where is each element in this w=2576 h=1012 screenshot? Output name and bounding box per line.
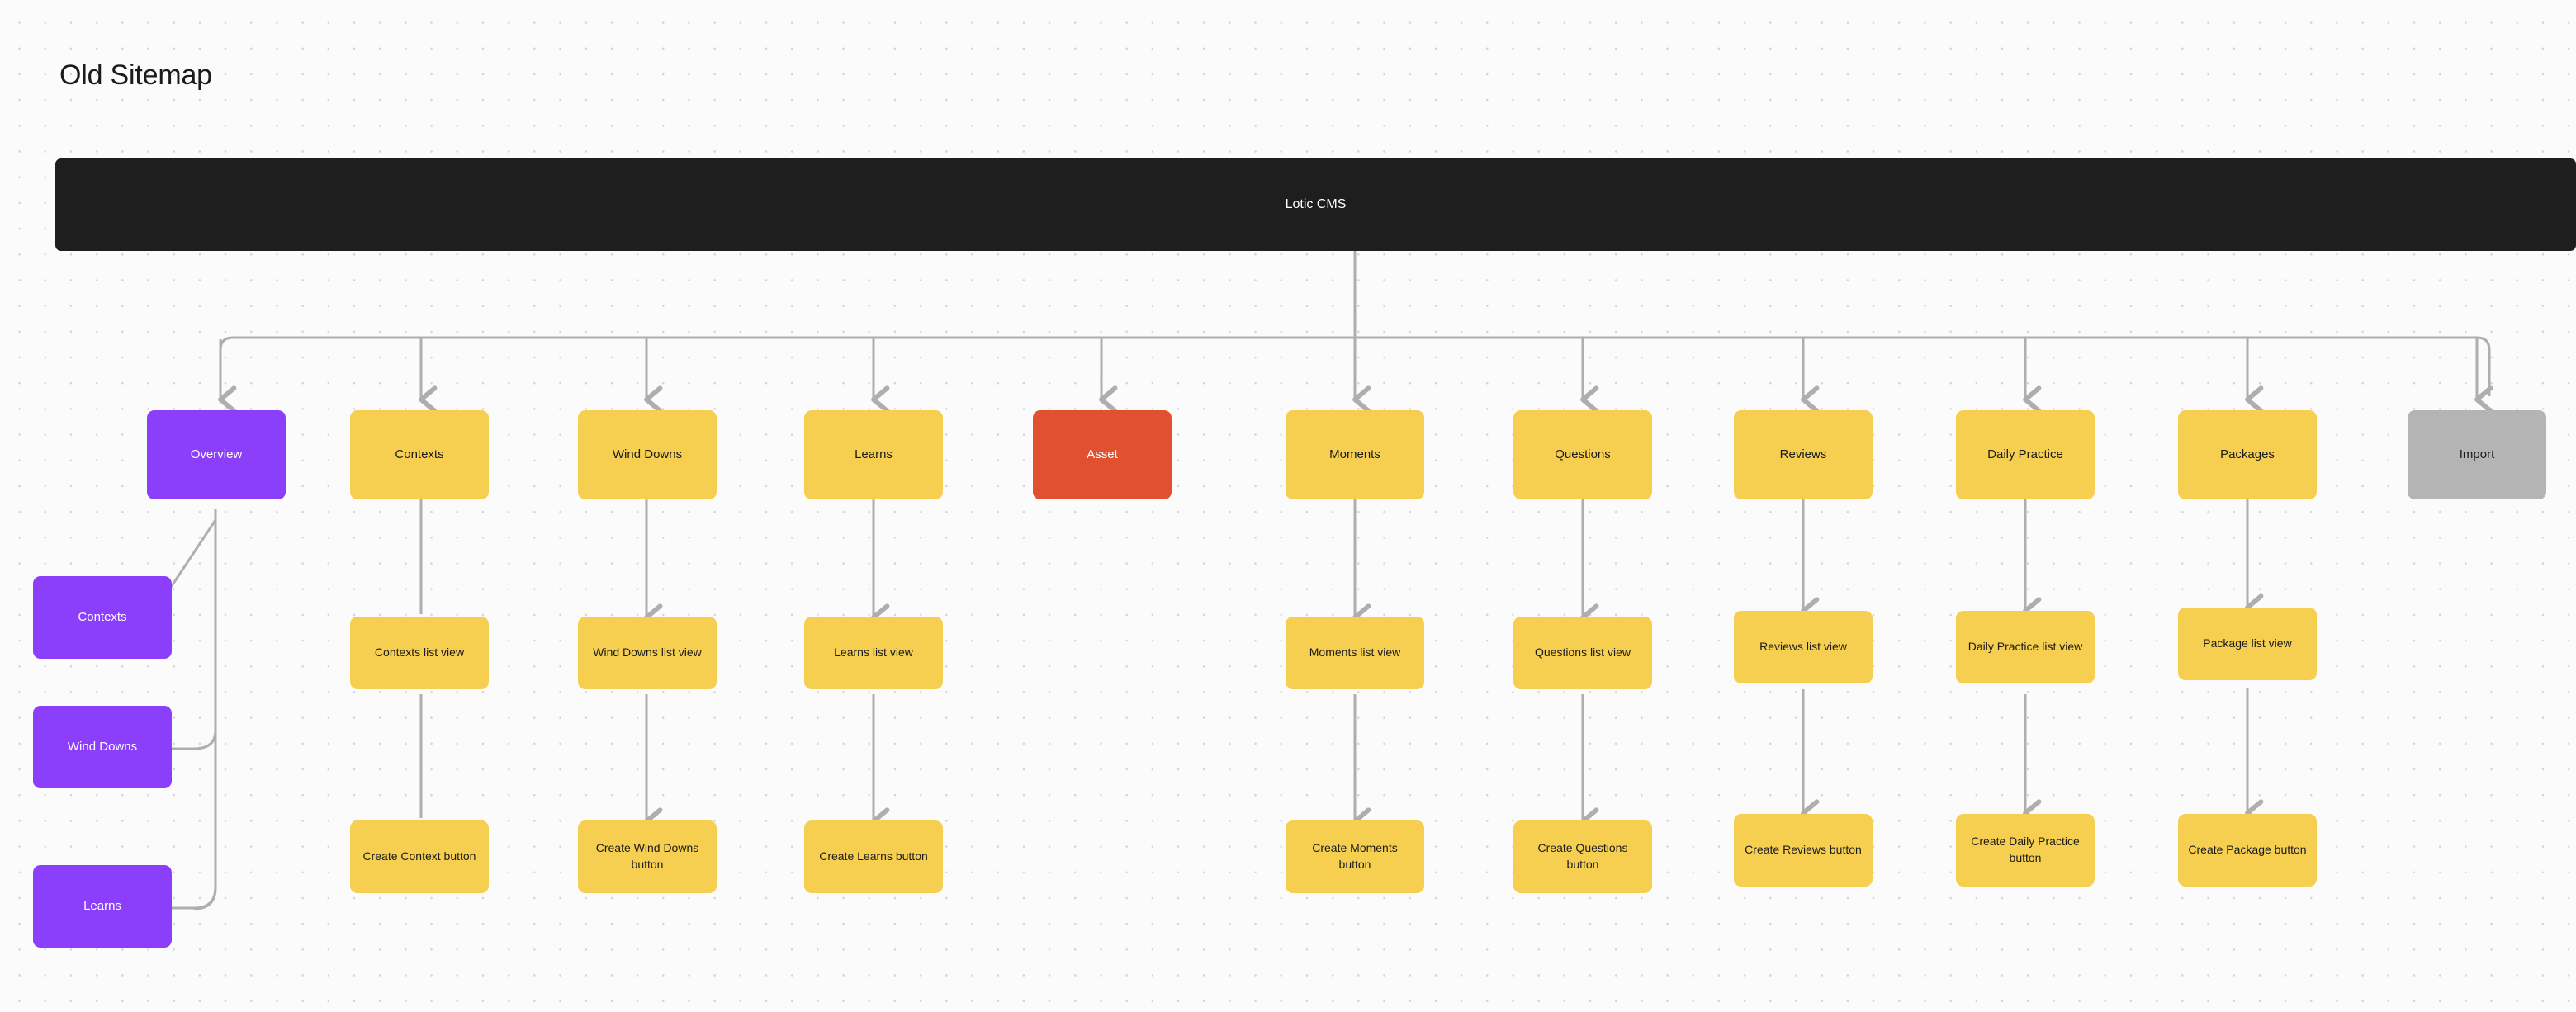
node-overview-child-wind-downs[interactable]: Wind Downs <box>33 706 172 788</box>
node-label: Daily Practice <box>1987 447 2063 462</box>
node-packages[interactable]: Packages <box>2178 410 2317 499</box>
node-label: Moments <box>1329 447 1380 462</box>
node-label: Create Reviews button <box>1745 843 1862 857</box>
node-contexts[interactable]: Contexts <box>350 410 489 499</box>
node-wind-downs-list-view[interactable]: Wind Downs list view <box>578 617 717 689</box>
node-label: Learns list view <box>834 646 913 660</box>
node-learns-list-view[interactable]: Learns list view <box>804 617 943 689</box>
node-label: Create Context button <box>362 849 476 863</box>
node-create-reviews-button[interactable]: Create Reviews button <box>1734 814 1873 887</box>
node-label: Wind Downs <box>612 447 683 462</box>
node-import[interactable]: Import <box>2408 410 2546 499</box>
node-label: Learns <box>855 447 893 462</box>
node-label: Create Questions button <box>1537 841 1628 871</box>
node-label: Wind Downs list view <box>593 646 702 660</box>
node-daily-practice-list-view[interactable]: Daily Practice list view <box>1956 611 2095 683</box>
node-daily-practice[interactable]: Daily Practice <box>1956 410 2095 499</box>
node-label: Reviews list view <box>1759 640 1847 654</box>
node-learns[interactable]: Learns <box>804 410 943 499</box>
node-label: Contexts list view <box>374 646 465 660</box>
node-label: Create Moments button <box>1312 841 1398 871</box>
node-moments-list-view[interactable]: Moments list view <box>1286 617 1424 689</box>
node-label: Learns <box>83 899 121 914</box>
node-label: Questions <box>1555 447 1611 462</box>
node-create-context-button[interactable]: Create Context button <box>350 820 489 893</box>
node-label: Wind Downs <box>67 740 138 754</box>
node-questions-list-view[interactable]: Questions list view <box>1513 617 1652 689</box>
node-label: Asset <box>1087 447 1118 462</box>
node-reviews-list-view[interactable]: Reviews list view <box>1734 611 1873 683</box>
node-label: Packages <box>2220 447 2275 462</box>
node-label: Questions list view <box>1535 646 1631 660</box>
node-label: Create Wind Downs button <box>595 841 699 871</box>
node-wind-downs[interactable]: Wind Downs <box>578 410 717 499</box>
node-contexts-list-view[interactable]: Contexts list view <box>350 617 489 689</box>
node-label: Create Daily Practice button <box>1971 835 2080 864</box>
node-label: Reviews <box>1779 447 1827 462</box>
sitemap-canvas: Old Sitemap Lotic CMS Overview Contexts … <box>0 0 2576 1012</box>
node-label: Create Learns button <box>819 849 928 863</box>
node-label: Moments list view <box>1309 646 1401 660</box>
node-create-learns-button[interactable]: Create Learns button <box>804 820 943 893</box>
node-create-wind-downs-button[interactable]: Create Wind Downs button <box>578 820 717 893</box>
node-label: Overview <box>190 447 243 462</box>
node-overview-child-learns[interactable]: Learns <box>33 865 172 948</box>
node-create-daily-practice-button[interactable]: Create Daily Practice button <box>1956 814 2095 887</box>
node-moments[interactable]: Moments <box>1286 410 1424 499</box>
node-label: Contexts <box>78 610 127 625</box>
node-label: Daily Practice list view <box>1968 640 2083 654</box>
root-node-label: Lotic CMS <box>1285 197 1347 211</box>
node-create-questions-button[interactable]: Create Questions button <box>1513 820 1652 893</box>
node-overview[interactable]: Overview <box>147 410 286 499</box>
node-label: Create Package button <box>2188 843 2307 857</box>
node-create-package-button[interactable]: Create Package button <box>2178 814 2317 887</box>
node-label: Contexts <box>395 447 444 462</box>
root-node-lotic-cms[interactable]: Lotic CMS <box>55 158 2576 251</box>
node-create-moments-button[interactable]: Create Moments button <box>1286 820 1424 893</box>
page-title: Old Sitemap <box>59 59 212 91</box>
node-label: Package list view <box>2203 636 2292 650</box>
node-questions[interactable]: Questions <box>1513 410 1652 499</box>
node-label: Import <box>2459 447 2495 462</box>
node-overview-child-contexts[interactable]: Contexts <box>33 576 172 659</box>
node-package-list-view[interactable]: Package list view <box>2178 608 2317 680</box>
node-asset[interactable]: Asset <box>1033 410 1172 499</box>
node-reviews[interactable]: Reviews <box>1734 410 1873 499</box>
